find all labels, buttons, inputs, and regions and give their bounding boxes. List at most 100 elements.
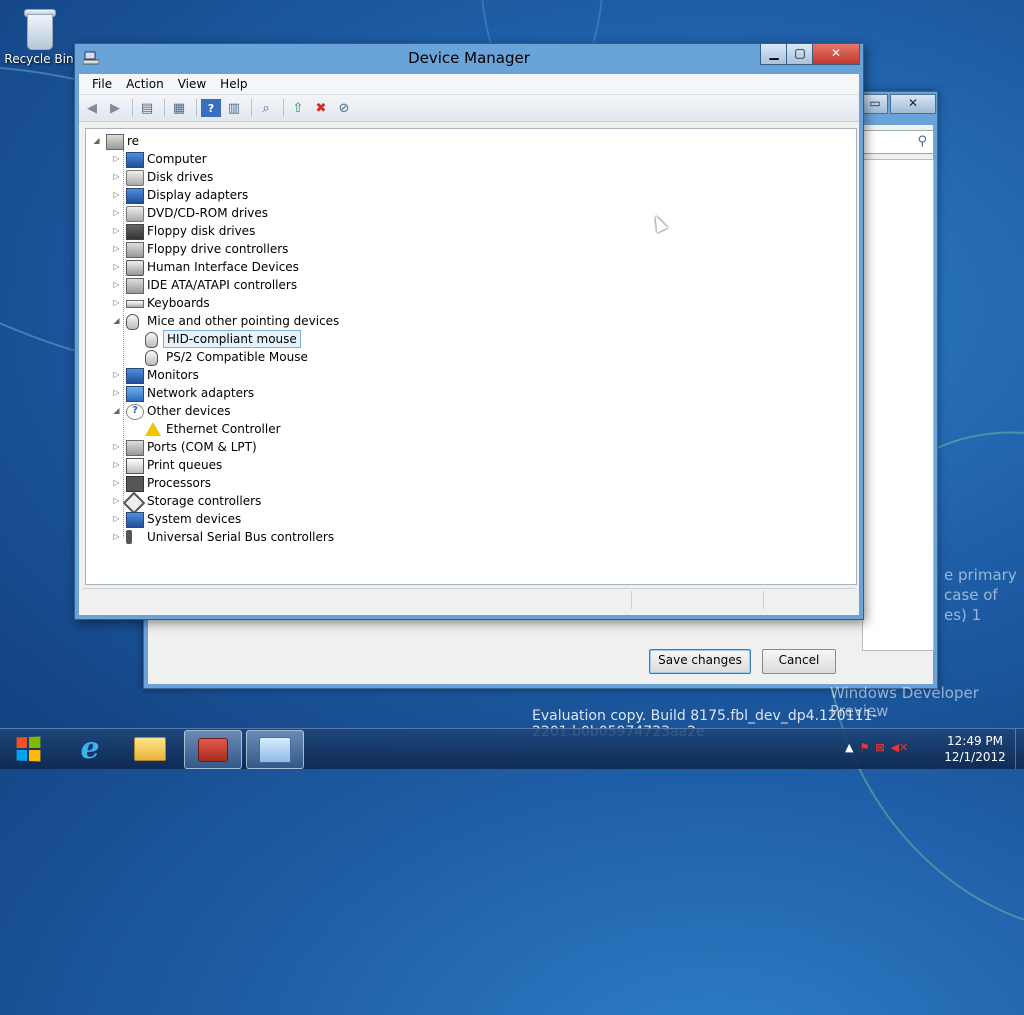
show-hidden-icons-icon[interactable]: ▲ — [845, 741, 853, 754]
search-input[interactable]: ⚲ — [862, 130, 934, 154]
tree-category-floppy-drive-controllers[interactable]: ▷ Floppy drive controllers — [86, 240, 856, 258]
ide-controller-icon — [126, 278, 144, 294]
recycle-bin-shortcut[interactable]: Recycle Bin — [4, 6, 74, 66]
disable-icon[interactable]: ⊘ — [334, 99, 354, 117]
hid-icon — [126, 260, 144, 276]
close-button[interactable]: ✕ — [812, 44, 860, 65]
show-hide-tree-icon[interactable]: ▤ — [137, 99, 157, 117]
tree-category-storage-controllers[interactable]: ▷ Storage controllers — [86, 491, 856, 515]
partial-background-text: case of — [944, 586, 998, 604]
menu-action[interactable]: Action — [119, 77, 171, 91]
tree-category-system-devices-label: System devices — [147, 512, 242, 526]
save-changes-button[interactable]: Save changes — [649, 649, 751, 674]
collapse-arrow-icon[interactable]: ◢ — [112, 402, 121, 420]
taskbar-internet-explorer[interactable]: e — [62, 730, 118, 767]
expand-arrow-icon[interactable]: ▷ — [112, 186, 121, 204]
tree-category-human-interface-devices[interactable]: ▷ Human Interface Devices — [86, 258, 856, 276]
floppy-controller-icon — [126, 242, 144, 258]
expand-arrow-icon[interactable]: ▷ — [112, 384, 121, 402]
expand-arrow-icon[interactable]: ▷ — [112, 258, 121, 276]
tree-category-keyboards[interactable]: ▷ Keyboards — [86, 294, 856, 312]
expand-arrow-icon[interactable]: ▷ — [112, 528, 121, 546]
expand-arrow-icon[interactable]: ▷ — [112, 492, 121, 510]
volume-icon[interactable]: ◀✕ — [891, 741, 909, 754]
device-tree[interactable]: ◢ re ▷ Computer ▷ Disk drives ▷ Display adapter… — [85, 128, 857, 585]
tree-category-universal-serial-bus-controllers[interactable]: ▷ Universal Serial Bus controllers — [86, 528, 856, 546]
expand-arrow-icon[interactable]: ▷ — [112, 168, 121, 186]
recycle-bin-icon — [22, 6, 56, 50]
tree-category-monitors[interactable]: ▷ Monitors — [86, 366, 856, 384]
update-driver-icon[interactable]: ⇧ — [288, 99, 308, 117]
expand-arrow-icon[interactable]: ▷ — [112, 204, 121, 222]
forward-icon[interactable]: ▶ — [105, 99, 125, 117]
tree-category-ports-com-lpt-label: Ports (COM & LPT) — [147, 440, 257, 454]
tree-device-ethernet-controller-label: Ethernet Controller — [166, 422, 281, 436]
clock[interactable]: 12:49 PM 12/1/2012 — [940, 733, 1010, 765]
tree-category-floppy-disk-drives-label: Floppy disk drives — [147, 224, 256, 238]
menu-view[interactable]: View — [171, 77, 213, 91]
tree-category-other-devices-label: Other devices — [147, 404, 231, 418]
collapse-arrow-icon[interactable]: ◢ — [92, 132, 101, 150]
expand-arrow-icon[interactable]: ▷ — [112, 240, 121, 258]
scan-hardware-icon[interactable]: ⌕ — [256, 99, 276, 117]
disk-drive-icon — [126, 170, 144, 186]
title-bar[interactable]: Device Manager — [75, 44, 863, 74]
toolbar-separator — [164, 99, 165, 117]
tree-device-hid-compliant-mouse[interactable]: HID-compliant mouse — [86, 330, 856, 348]
tree-category-floppy-drive-controllers-label: Floppy drive controllers — [147, 242, 289, 256]
expand-arrow-icon[interactable]: ▷ — [112, 474, 121, 492]
uninstall-icon[interactable]: ✖ — [311, 99, 331, 117]
root-icon — [106, 134, 124, 150]
expand-arrow-icon[interactable]: ▷ — [112, 366, 121, 384]
tree-category-floppy-disk-drives[interactable]: ▷ Floppy disk drives — [86, 222, 856, 240]
tree-category-system-devices[interactable]: ▷ System devices — [86, 510, 856, 528]
system-tray: ▲ ⚑ ⊠ ◀✕ — [845, 741, 908, 754]
tree-category-display-adapters[interactable]: ▷ Display adapters — [86, 186, 856, 204]
mouse-icon — [145, 350, 158, 366]
tree-category-disk-drives[interactable]: ▷ Disk drives — [86, 168, 856, 186]
expand-arrow-icon[interactable]: ▷ — [112, 294, 121, 312]
expand-arrow-icon[interactable]: ▷ — [112, 510, 121, 528]
tree-category-ports-com-lpt[interactable]: ▷ Ports (COM & LPT) — [86, 438, 856, 456]
tree-device-ps-2-compatible-mouse-label: PS/2 Compatible Mouse — [166, 350, 308, 364]
warning-icon — [145, 422, 161, 436]
taskbar-toolbox[interactable] — [184, 730, 242, 769]
expand-arrow-icon[interactable]: ▷ — [112, 438, 121, 456]
taskbar-file-explorer[interactable] — [122, 730, 178, 767]
tree-category-network-adapters[interactable]: ▷ Network adapters — [86, 384, 856, 402]
menu-file[interactable]: File — [85, 77, 119, 91]
cancel-button[interactable]: Cancel — [762, 649, 836, 674]
expand-arrow-icon[interactable]: ▷ — [112, 456, 121, 474]
details-view-icon[interactable]: ▥ — [224, 99, 244, 117]
menu-help[interactable]: Help — [213, 77, 254, 91]
expand-arrow-icon[interactable]: ▷ — [112, 150, 121, 168]
help-icon[interactable]: ? — [201, 99, 221, 117]
back-icon[interactable]: ◀ — [82, 99, 102, 117]
tree-device-ethernet-controller[interactable]: Ethernet Controller — [86, 420, 856, 438]
expand-arrow-icon[interactable]: ▷ — [112, 276, 121, 294]
tree-category-mice-and-other-pointing-devices[interactable]: ◢ Mice and other pointing devices — [86, 312, 856, 330]
tree-category-ide-ata-atapi-controllers[interactable]: ▷ IDE ATA/ATAPI controllers — [86, 276, 856, 294]
tree-category-computer[interactable]: ▷ Computer — [86, 150, 856, 168]
tree-category-print-queues[interactable]: ▷ Print queues — [86, 456, 856, 474]
start-button[interactable] — [2, 730, 54, 768]
tree-device-ps-2-compatible-mouse[interactable]: PS/2 Compatible Mouse — [86, 348, 856, 366]
background-maximize-button[interactable]: ▭ — [862, 94, 888, 114]
action-center-icon[interactable]: ⚑ — [859, 741, 869, 754]
partial-background-text: es) 1 — [944, 606, 982, 624]
network-icon[interactable]: ⊠ — [875, 741, 884, 754]
taskbar-control-panel[interactable] — [246, 730, 304, 769]
minimize-button[interactable]: ▁ — [760, 44, 788, 65]
tree-connector-line — [123, 150, 124, 538]
computer-icon — [126, 152, 144, 168]
collapse-arrow-icon[interactable]: ◢ — [112, 312, 121, 330]
properties-icon[interactable]: ▦ — [169, 99, 189, 117]
expand-arrow-icon[interactable]: ▷ — [112, 222, 121, 240]
background-close-button[interactable]: ✕ — [890, 94, 936, 114]
tree-root[interactable]: ◢ re — [86, 132, 856, 150]
tree-category-processors[interactable]: ▷ Processors — [86, 474, 856, 492]
show-desktop-button[interactable] — [1015, 729, 1024, 769]
maximize-button[interactable]: ▢ — [786, 44, 814, 65]
tree-category-dvd-cd-rom-drives[interactable]: ▷ DVD/CD-ROM drives — [86, 204, 856, 222]
tree-category-other-devices[interactable]: ◢? Other devices — [86, 402, 856, 420]
